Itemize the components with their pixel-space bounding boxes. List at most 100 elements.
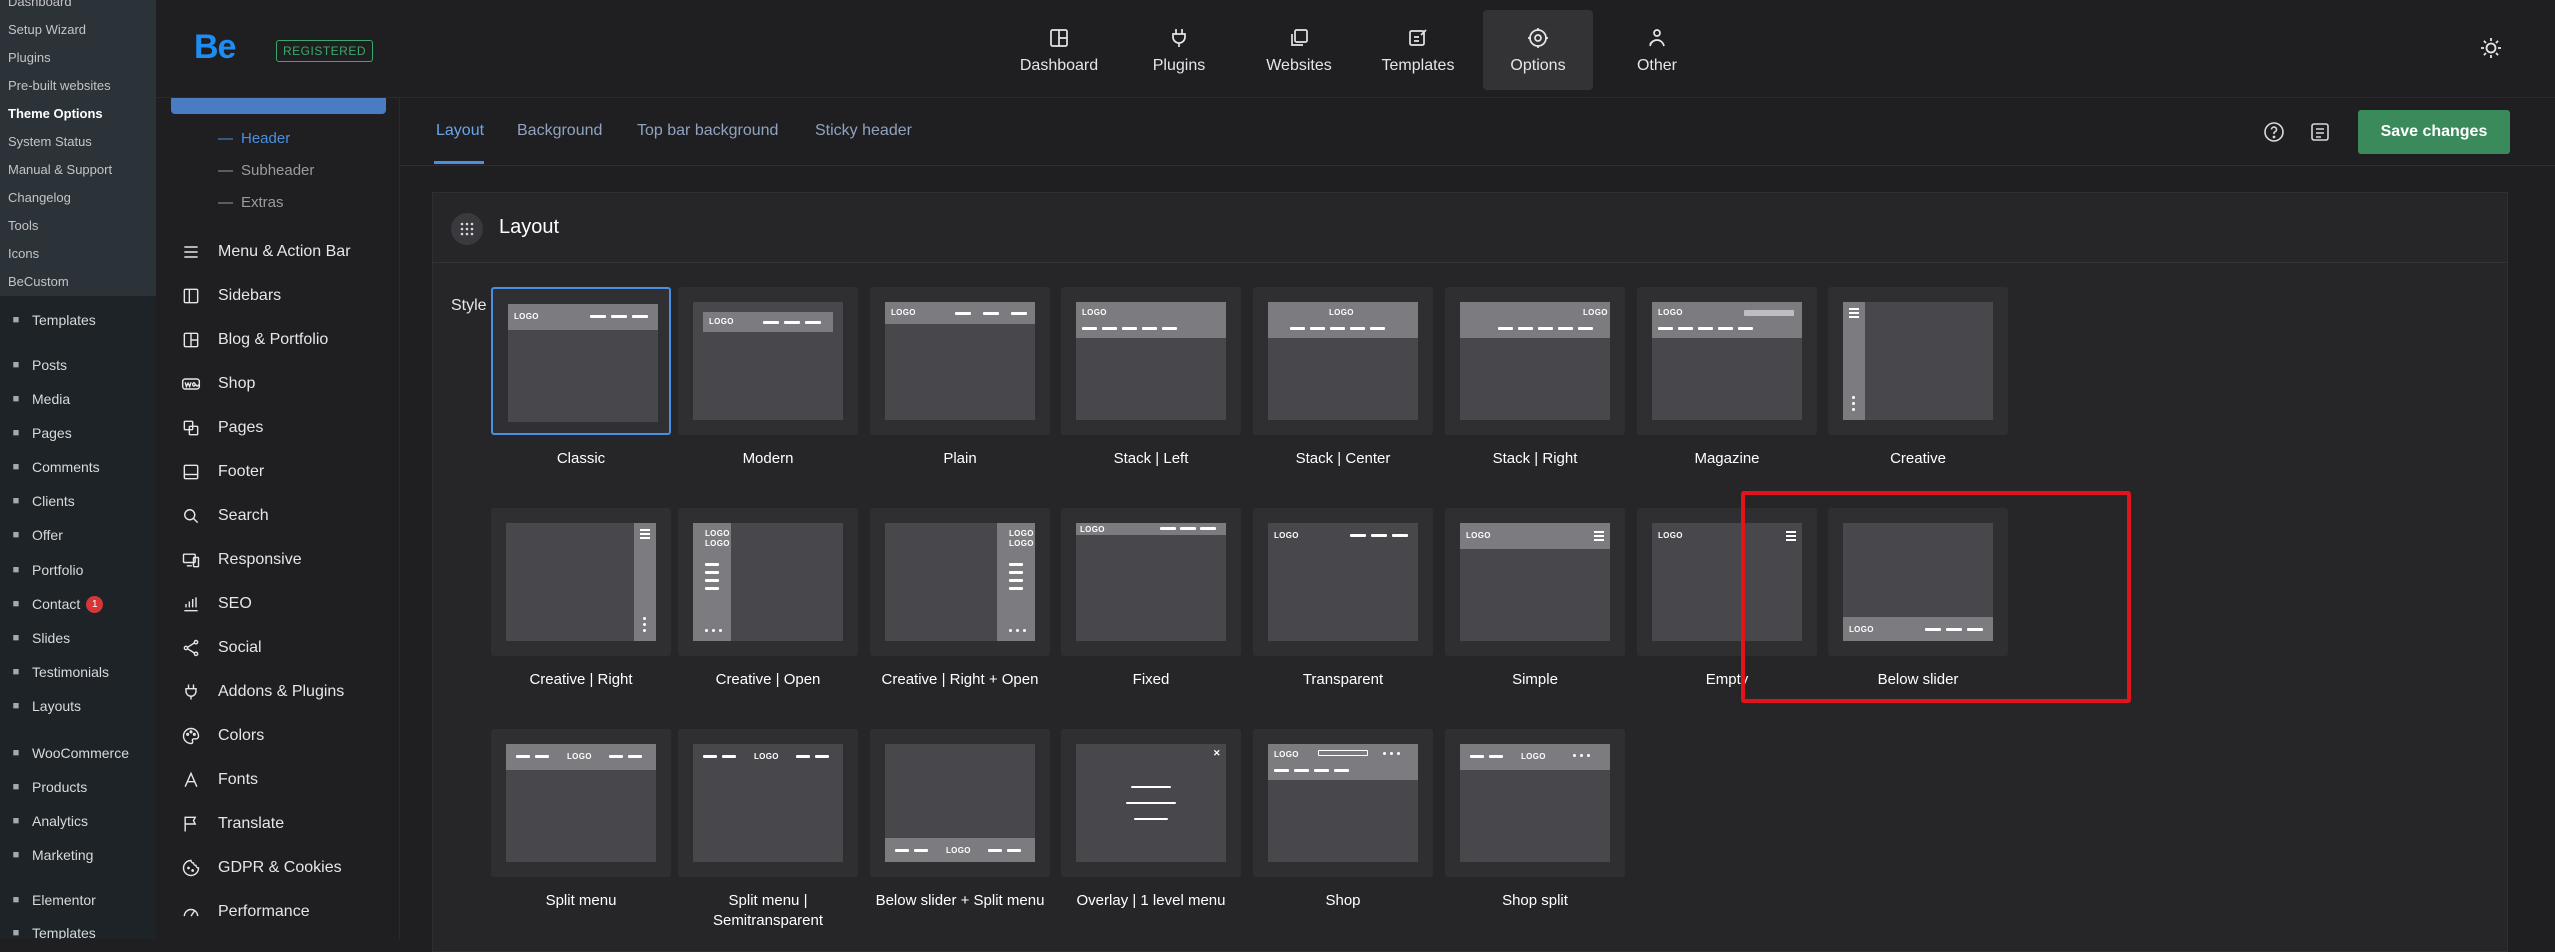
wp-submenu-item[interactable]: Theme Options xyxy=(8,106,103,121)
menu-line xyxy=(1162,327,1177,330)
tab-background[interactable]: Background xyxy=(517,122,602,140)
wp-menu-item[interactable]: ■ WooCommerce xyxy=(0,738,156,768)
wp-menu-item[interactable]: ■ Pages xyxy=(0,418,156,448)
layout-thumbnail: LOGO xyxy=(508,304,658,422)
options-subitem-extras[interactable]: — Extras xyxy=(218,194,284,211)
wp-menu-item[interactable]: ■ Elementor xyxy=(0,885,156,915)
wp-menu-item[interactable]: ■ Analytics xyxy=(0,806,156,836)
be-logo[interactable]: Be xyxy=(194,28,236,67)
wp-menu-label: Marketing xyxy=(32,847,94,863)
wp-menu-item[interactable]: ■ Templates xyxy=(0,305,156,335)
options-item[interactable]: Sidebars xyxy=(180,282,281,310)
wp-menu-item[interactable]: ■ Layouts xyxy=(0,691,156,721)
topnav-templates[interactable]: Templates xyxy=(1363,10,1473,90)
options-item-label: Fonts xyxy=(218,771,259,788)
wp-submenu-item[interactable]: Manual & Support xyxy=(8,162,112,177)
layout-option[interactable]: ✕ Overlay | 1 level menu xyxy=(1061,729,1241,923)
wp-menu-item[interactable]: ■ Templates xyxy=(0,918,156,939)
layout-option[interactable]: LOGO Stack | Right xyxy=(1445,287,1625,481)
options-item[interactable]: Translate xyxy=(180,810,284,838)
layout-label: Creative xyxy=(1890,450,1946,467)
options-item[interactable]: Blog & Portfolio xyxy=(180,326,328,354)
menu-line xyxy=(1318,750,1368,756)
layout-option[interactable]: LOGO LOGO Creative | Right + Open xyxy=(870,508,1050,702)
topnav-websites[interactable]: Websites xyxy=(1244,10,1354,90)
wp-submenu-item[interactable]: Plugins xyxy=(8,50,51,65)
sun-icon[interactable] xyxy=(2479,36,2503,60)
notes-icon[interactable] xyxy=(2308,120,2332,144)
wp-menu-item[interactable]: ■ Offer xyxy=(0,520,156,550)
options-item[interactable]: Colors xyxy=(180,722,264,750)
options-item-label: Sidebars xyxy=(218,287,282,304)
wp-submenu-item[interactable]: Changelog xyxy=(8,190,71,205)
wp-menu-label: Testimonials xyxy=(32,664,110,680)
options-item[interactable]: Fonts xyxy=(180,766,258,794)
layout-option[interactable]: LOGO Split menu | Semitransparent xyxy=(678,729,858,929)
topnav-label: Options xyxy=(1510,57,1566,74)
tab-layout[interactable]: Layout xyxy=(436,122,484,140)
menu-line xyxy=(611,315,627,318)
options-item-label: Colors xyxy=(218,727,265,744)
wp-submenu-item[interactable]: Tools xyxy=(8,218,38,233)
wp-submenu-item[interactable]: Pre-built websites xyxy=(8,78,111,93)
wp-menu-item[interactable]: ■ Products xyxy=(0,772,156,802)
wp-submenu-item[interactable]: System Status xyxy=(8,134,92,149)
contact-icon: ■ xyxy=(12,598,20,610)
options-item[interactable]: Shop xyxy=(180,370,255,398)
layout-option[interactable]: LOGO Transparent xyxy=(1253,508,1433,702)
wp-menu-item[interactable]: ■ Testimonials xyxy=(0,657,156,687)
options-item[interactable]: Search xyxy=(180,502,269,530)
layout-option[interactable]: Creative xyxy=(1828,287,2008,481)
topnav-label: Websites xyxy=(1266,57,1332,74)
menu-line xyxy=(1102,327,1117,330)
wp-menu-item[interactable]: ■ Slides xyxy=(0,623,156,653)
layout-option[interactable]: LOGO Stack | Center xyxy=(1253,287,1433,481)
options-item[interactable]: Addons & Plugins xyxy=(180,678,344,706)
wp-submenu-item[interactable]: Icons xyxy=(8,246,39,261)
options-item[interactable]: Footer xyxy=(180,458,264,486)
topnav-options[interactable]: Options xyxy=(1483,10,1593,90)
options-item[interactable]: SEO xyxy=(180,590,252,618)
save-changes-button[interactable]: Save changes xyxy=(2358,110,2510,154)
layout-option[interactable]: LOGO Split menu xyxy=(491,729,671,923)
layout-option[interactable]: LOGO Below slider + Split menu xyxy=(870,729,1050,923)
layout-option[interactable]: LOGO Magazine xyxy=(1637,287,1817,481)
wp-menu-item[interactable]: ■ Posts xyxy=(0,350,156,380)
menu-line xyxy=(1314,769,1329,772)
layout-option[interactable]: LOGO Plain xyxy=(870,287,1050,481)
wp-menu-item[interactable]: ■ Media xyxy=(0,384,156,414)
layout-option[interactable]: LOGO Simple xyxy=(1445,508,1625,702)
layout-option[interactable]: Creative | Right xyxy=(491,508,671,702)
topnav-plugins[interactable]: Plugins xyxy=(1124,10,1234,90)
options-item[interactable]: Social xyxy=(180,634,262,662)
layout-option[interactable]: LOGO Shop xyxy=(1253,729,1433,923)
options-subitem-header[interactable]: — Header xyxy=(218,130,290,147)
help-icon[interactable] xyxy=(2262,120,2286,144)
layout-thumbnail-frame: LOGO LOGO xyxy=(870,508,1050,656)
wp-submenu-item[interactable]: Dashboard xyxy=(8,0,72,9)
tab-sticky-header[interactable]: Sticky header xyxy=(815,122,912,140)
layout-option[interactable]: LOGO LOGO Creative | Open xyxy=(678,508,858,702)
wp-menu-item[interactable]: ■ Portfolio xyxy=(0,555,156,585)
layout-option[interactable]: LOGO Fixed xyxy=(1061,508,1241,702)
topnav-dashboard[interactable]: Dashboard xyxy=(1004,10,1114,90)
wp-menu-item[interactable]: ■ Clients xyxy=(0,486,156,516)
topnav-other[interactable]: Other xyxy=(1602,10,1712,90)
options-item[interactable]: Performance xyxy=(180,898,310,926)
layout-option[interactable]: LOGO Stack | Left xyxy=(1061,287,1241,481)
options-item[interactable]: GDPR & Cookies xyxy=(180,854,342,882)
wp-menu-item[interactable]: ■ Contact 1 xyxy=(0,589,156,619)
wp-submenu-item[interactable]: Setup Wizard xyxy=(8,22,86,37)
layout-option[interactable]: LOGO Classic xyxy=(491,287,671,481)
layout-option[interactable]: LOGO Shop split xyxy=(1445,729,1625,923)
options-subitem-subheader[interactable]: — Subheader xyxy=(218,162,314,179)
tab-top-bar-background[interactable]: Top bar background xyxy=(637,122,778,140)
options-item[interactable]: Menu & Action Bar xyxy=(180,238,351,266)
wp-menu-item[interactable]: ■ Comments xyxy=(0,452,156,482)
menu-line xyxy=(914,849,928,852)
options-item[interactable]: Pages xyxy=(180,414,263,442)
options-item[interactable]: Responsive xyxy=(180,546,302,574)
layout-option[interactable]: LOGO Modern xyxy=(678,287,858,481)
wp-submenu-item[interactable]: BeCustom xyxy=(8,274,69,289)
wp-menu-item[interactable]: ■ Marketing xyxy=(0,840,156,870)
